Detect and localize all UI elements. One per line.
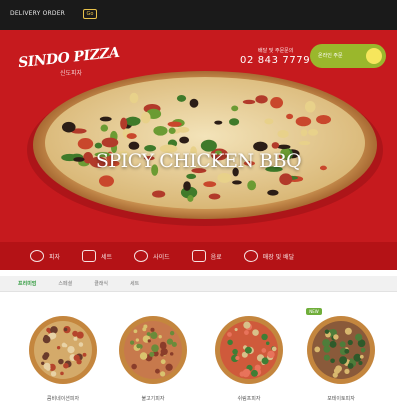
product-name[interactable]: 쉬림프피자 — [210, 395, 288, 401]
hero-topping — [277, 129, 289, 138]
product-image[interactable] — [306, 315, 376, 385]
hero-topping — [231, 105, 239, 112]
product-card[interactable]: 불고기피자 — [114, 308, 192, 401]
menu-item-label: 세트 — [101, 253, 113, 261]
phone-caption: 배달 및 주문문의 — [258, 48, 294, 54]
main-menu: 피자 세트 사이드 음료 매장 및 배달 — [0, 242, 397, 270]
delivery-badge[interactable]: Go — [83, 9, 97, 19]
hero-topping — [183, 181, 191, 191]
hero-topping — [77, 138, 94, 150]
hero-topping — [255, 95, 268, 104]
online-order-button[interactable]: 온라인 주문 — [310, 44, 386, 68]
hero-topping — [152, 190, 166, 198]
product-name[interactable]: 콤비네이션피자 — [24, 395, 102, 401]
hero-topping — [247, 180, 257, 191]
product-card[interactable]: 쉬림프피자 — [210, 308, 288, 401]
hero-topping — [153, 125, 168, 136]
hero-topping — [61, 121, 76, 133]
hero-topping — [168, 127, 176, 134]
hero-topping — [140, 111, 151, 124]
drink-icon — [191, 250, 206, 262]
product-image[interactable] — [118, 315, 188, 385]
hero-banner: SINDO PIZZA 신도피자 배달 및 주문문의 02 843 7779 온… — [0, 30, 397, 270]
phone-number: 02 843 7779 — [240, 55, 311, 66]
hero-topping — [242, 99, 256, 105]
tab-0[interactable]: 프리미엄 — [18, 280, 36, 287]
menu-item-0[interactable]: 피자 — [30, 250, 60, 262]
menu-item-label: 피자 — [49, 253, 61, 261]
category-tabs: 프리미엄 스페셜 클래식 세트 — [0, 276, 397, 292]
hero-topping — [270, 97, 284, 109]
hero-topping — [203, 181, 217, 188]
hero-topping — [267, 189, 279, 196]
menu-item-3[interactable]: 음료 — [191, 250, 222, 262]
hero-topping — [179, 136, 190, 144]
hero-topping — [232, 180, 242, 185]
tab-3[interactable]: 세트 — [130, 280, 139, 287]
hero-topping — [208, 193, 221, 200]
hero-topping — [120, 117, 128, 130]
hero-topping — [214, 120, 223, 125]
menu-item-2[interactable]: 사이드 — [134, 250, 170, 262]
box-icon — [82, 250, 97, 262]
order-arrow-icon — [366, 48, 382, 64]
product-name[interactable]: 포테이토피자 — [302, 395, 380, 401]
hero-topping — [101, 137, 119, 148]
hero-topping — [98, 175, 115, 187]
hero-topping — [316, 114, 332, 125]
hero-topping — [94, 142, 103, 149]
tab-1[interactable]: 스페셜 — [58, 280, 72, 287]
menu-item-label: 매장 및 배달 — [262, 253, 295, 261]
hero-topping — [186, 173, 197, 180]
hero-topping — [129, 92, 139, 104]
hero-topping — [229, 118, 240, 126]
product-card[interactable]: 콤비네이션피자 — [24, 308, 102, 401]
delivery-order-label[interactable]: DELIVERY ORDER — [10, 10, 65, 17]
hero-topping — [308, 129, 319, 136]
product-list: 콤비네이션피자 불고기피자 쉬림프피자 NEW 포테이토피자 — [0, 308, 397, 401]
hero-topping — [286, 113, 294, 120]
hero-topping — [279, 173, 293, 186]
hero-topping — [295, 116, 312, 127]
tab-2[interactable]: 클래식 — [94, 280, 108, 287]
hero-topping — [133, 117, 141, 123]
hero-topping — [300, 129, 308, 137]
pizza-icon — [30, 250, 44, 262]
hero-topping — [271, 142, 280, 149]
hero-topping — [264, 118, 274, 125]
online-order-label: 온라인 주문 — [318, 53, 343, 59]
new-badge: NEW — [306, 308, 322, 315]
menu-item-label: 음료 — [210, 253, 222, 261]
product-name[interactable]: 불고기피자 — [114, 395, 192, 401]
top-bar: DELIVERY ORDER Go — [0, 0, 397, 30]
product-card[interactable]: NEW 포테이토피자 — [302, 308, 380, 401]
hero-topping — [189, 98, 199, 108]
cup-icon — [134, 250, 149, 262]
menu-item-1[interactable]: 세트 — [82, 250, 112, 262]
product-image[interactable] — [214, 315, 284, 385]
hero-topping — [167, 121, 182, 127]
hero-topping — [126, 133, 137, 140]
hero-topping — [217, 172, 232, 183]
hero-topping — [100, 124, 109, 132]
hero-topping — [176, 94, 187, 102]
logo-subtitle: 신도피자 — [60, 70, 83, 77]
hero-title: SPICY CHICKEN BBQ — [95, 150, 302, 172]
hero-topping — [99, 116, 112, 122]
hero-topping — [304, 100, 316, 113]
store-icon — [243, 250, 258, 262]
hero-topping — [187, 195, 194, 202]
menu-item-4[interactable]: 매장 및 배달 — [243, 250, 295, 262]
product-image[interactable] — [28, 315, 98, 385]
hero-topping — [128, 141, 140, 150]
hero-topping — [298, 141, 311, 146]
menu-item-label: 사이드 — [153, 253, 170, 261]
